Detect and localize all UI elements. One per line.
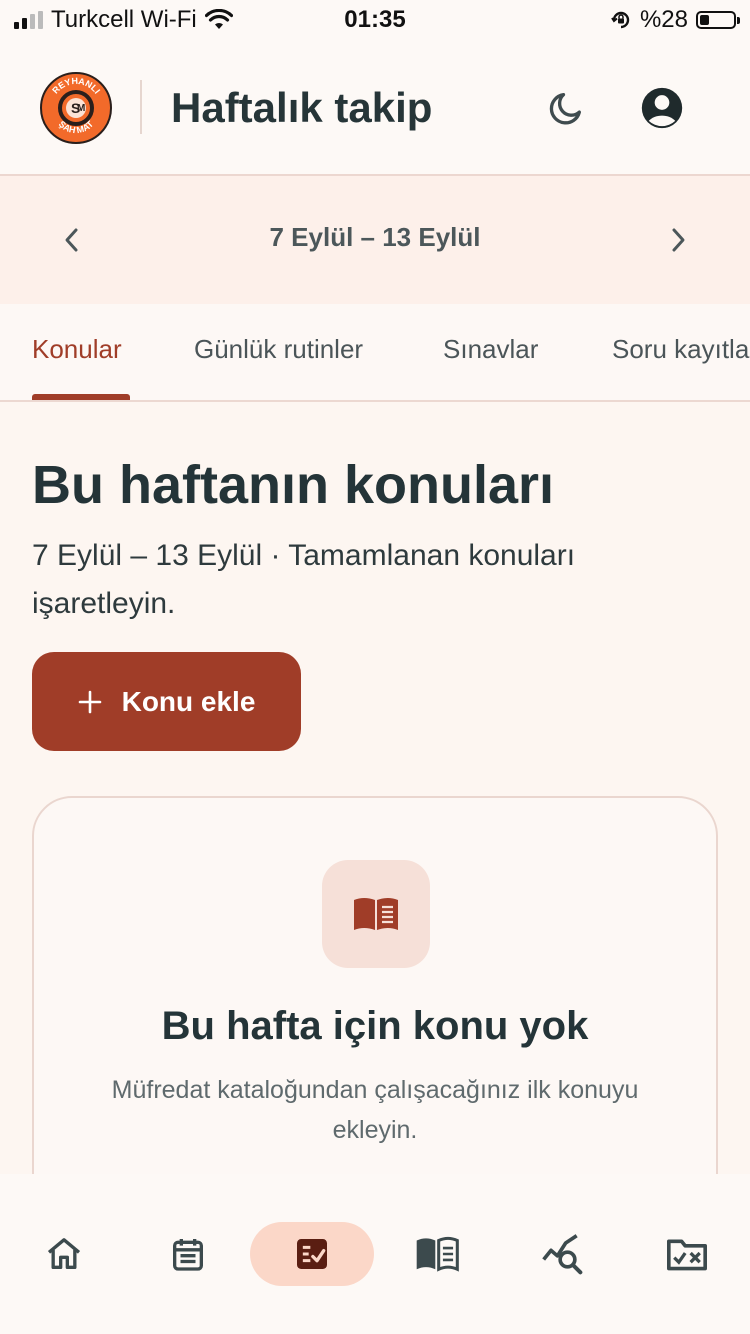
rotation-lock-icon (611, 11, 630, 29)
chevron-right-icon (672, 228, 685, 252)
moon-icon (549, 93, 581, 125)
battery-icon (696, 11, 740, 29)
tab-gunluk-rutinler[interactable]: Günlük rutinler (194, 334, 363, 365)
nav-analytics[interactable] (500, 1222, 624, 1286)
page-title: Haftalık takip (171, 84, 433, 131)
empty-state-card: Bu hafta için konu yok Müfredat kataloğu… (32, 796, 718, 1174)
empty-state-title: Bu hafta için konu yok (161, 1004, 589, 1048)
nav-library[interactable] (375, 1222, 499, 1286)
status-right: %28 (610, 6, 740, 34)
app-logo: S M REYHANLI ŞAH MAT (40, 72, 112, 144)
empty-state-icon-box (322, 860, 430, 968)
nav-home[interactable] (2, 1222, 126, 1286)
nav-mistakes[interactable] (625, 1222, 749, 1286)
home-icon (47, 1238, 81, 1269)
tab-sinavlar[interactable]: Sınavlar (443, 334, 538, 365)
svg-text:M: M (77, 103, 85, 114)
calendar-icon (173, 1239, 203, 1271)
folder-x-icon (666, 1239, 707, 1271)
book-open-icon (354, 898, 398, 930)
app-header: S M REYHANLI ŞAH MAT Haftalık takip (0, 42, 750, 176)
tab-konular[interactable]: Konular (32, 334, 122, 365)
add-topic-button[interactable]: Konu ekle (32, 652, 301, 751)
header-divider (140, 80, 142, 134)
main-content: Bu haftanın konuları 7 Eylül – 13 Eylül … (0, 400, 750, 1174)
battery-percent: %28 (639, 6, 688, 33)
week-navigator: 7 Eylül – 13 Eylül (0, 176, 750, 304)
analytics-search-icon (542, 1234, 583, 1275)
theme-toggle-button[interactable] (542, 84, 590, 132)
section-heading: Bu haftanın konuları (32, 455, 555, 515)
section-subtitle: 7 Eylül – 13 Eylül · Tamamlanan konuları… (32, 539, 576, 620)
checklist-icon (297, 1239, 327, 1269)
nav-weekly-tracking[interactable] (250, 1222, 374, 1286)
add-topic-label: Konu ekle (121, 685, 256, 717)
tab-bar: Konular Günlük rutinler Sınavlar Soru ka… (0, 304, 750, 402)
next-week-button[interactable] (654, 216, 702, 264)
book-icon (416, 1236, 459, 1272)
account-button[interactable] (638, 84, 686, 132)
account-circle-icon (641, 87, 683, 129)
empty-state-description: Müfredat kataloğundan çalışacağınız ilk … (111, 1076, 639, 1144)
week-range-label: 7 Eylül – 13 Eylül (269, 222, 481, 252)
nav-calendar[interactable] (126, 1222, 250, 1286)
battery-level (700, 15, 709, 25)
plus-icon (78, 690, 101, 713)
tab-soru-kayitlari[interactable]: Soru kayıtla (612, 334, 749, 365)
status-bar: Turkcell Wi-Fi 01:35 %28 (0, 0, 750, 42)
bottom-navigation (0, 1174, 750, 1334)
